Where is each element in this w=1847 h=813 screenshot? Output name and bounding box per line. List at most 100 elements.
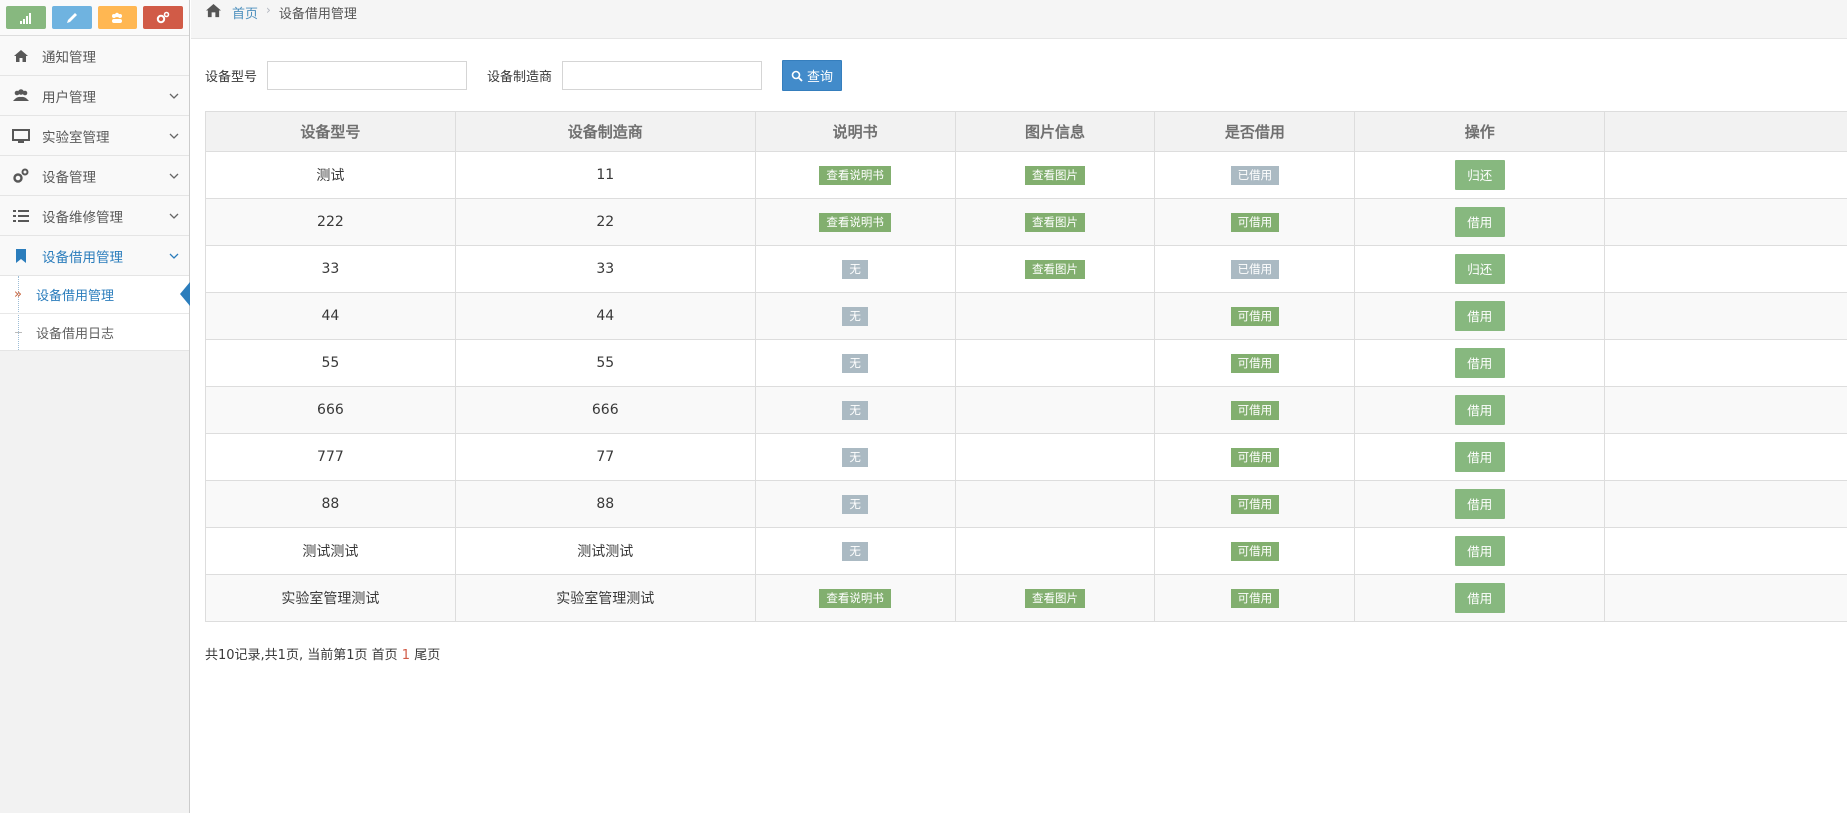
sidebar-item-lab[interactable]: 实验室管理 — [0, 116, 189, 156]
users-icon — [112, 12, 123, 23]
cell-model: 实验室管理测试 — [205, 574, 456, 622]
status-badge: 已借用 — [1230, 259, 1280, 279]
manual-badge[interactable]: 查看说明书 — [819, 212, 891, 232]
action-button[interactable]: 借用 — [1454, 301, 1505, 331]
action-button[interactable]: 借用 — [1454, 207, 1505, 237]
search-button[interactable]: 查询 — [782, 60, 843, 91]
cell-model: 222 — [205, 198, 456, 246]
page-number-link[interactable]: 1 — [402, 648, 410, 663]
manual-badge[interactable]: 查看说明书 — [819, 165, 891, 185]
manual-badge: 无 — [842, 494, 868, 514]
cell-extra — [1604, 245, 1847, 293]
cell-action: 借用 — [1354, 433, 1606, 481]
sidebar-item-label: 设备借用管理 — [42, 249, 123, 266]
action-button[interactable]: 借用 — [1454, 348, 1505, 378]
list-icon — [13, 209, 29, 222]
action-button[interactable]: 归还 — [1454, 160, 1505, 190]
manual-badge: 无 — [842, 400, 868, 420]
cell-extra — [1604, 433, 1847, 481]
cell-model: 测试测试 — [205, 527, 456, 575]
cell-maker: 55 — [454, 339, 756, 387]
submenu-item-borrow-manage[interactable]: » 设备借用管理 — [0, 276, 190, 313]
cell-maker: 44 — [454, 292, 756, 340]
sidebar-item-borrow[interactable]: 设备借用管理 — [0, 236, 189, 276]
cell-maker: 测试测试 — [454, 527, 756, 575]
cell-manual: 无 — [754, 339, 956, 387]
cell-status: 可借用 — [1154, 386, 1356, 434]
action-button[interactable]: 借用 — [1454, 442, 1505, 472]
action-button[interactable]: 借用 — [1454, 536, 1505, 566]
manual-badge: 无 — [842, 306, 868, 326]
search-button-label: 查询 — [807, 70, 834, 85]
dash-icon — [0, 331, 36, 333]
cell-extra — [1604, 339, 1847, 387]
action-button[interactable]: 归还 — [1454, 254, 1505, 284]
manual-badge: 无 — [842, 353, 868, 373]
cell-action: 借用 — [1354, 198, 1606, 246]
cell-extra — [1604, 574, 1847, 622]
view-image-badge[interactable]: 查看图片 — [1024, 165, 1085, 185]
cell-image: 查看图片 — [954, 574, 1156, 622]
shortcut-signal-button[interactable] — [6, 6, 46, 29]
cell-image — [954, 480, 1156, 528]
cell-action: 借用 — [1354, 386, 1606, 434]
cell-image — [954, 433, 1156, 481]
manual-badge: 无 — [842, 259, 868, 279]
breadcrumb-home-link[interactable]: 首页 — [232, 3, 258, 22]
cell-status: 可借用 — [1154, 480, 1356, 528]
cell-status: 可借用 — [1154, 574, 1356, 622]
table-header-row: 设备型号 设备制造商 说明书 图片信息 是否借用 操作 — [205, 111, 1847, 152]
cell-image — [954, 292, 1156, 340]
sidebar-item-notice[interactable]: 通知管理 — [0, 36, 189, 76]
sidebar-item-repair[interactable]: 设备维修管理 — [0, 196, 189, 236]
cell-model: 55 — [205, 339, 456, 387]
cell-status: 可借用 — [1154, 292, 1356, 340]
table-row: 33 33 无 查看图片 已借用 归还 — [205, 245, 1847, 293]
view-image-badge[interactable]: 查看图片 — [1024, 259, 1085, 279]
table-row: 222 22 查看说明书 查看图片 可借用 借用 — [205, 198, 1847, 246]
pencil-icon — [66, 12, 77, 23]
cell-maker: 666 — [454, 386, 756, 434]
cell-manual: 无 — [754, 386, 956, 434]
view-image-badge[interactable]: 查看图片 — [1024, 212, 1085, 232]
manual-badge: 无 — [842, 447, 868, 467]
cell-manual: 无 — [754, 433, 956, 481]
model-input[interactable] — [267, 61, 468, 90]
users-icon — [13, 88, 29, 101]
shortcut-cogs-button[interactable] — [143, 6, 183, 29]
table-row: 测试测试 测试测试 无 可借用 借用 — [205, 527, 1847, 575]
sidebar-item-users[interactable]: 用户管理 — [0, 76, 189, 116]
table-row: 666 666 无 可借用 借用 — [205, 386, 1847, 434]
chevron-down-icon — [169, 93, 179, 99]
sidebar-item-device[interactable]: 设备管理 — [0, 156, 189, 196]
cell-extra — [1604, 527, 1847, 575]
submenu-item-borrow-log[interactable]: 设备借用日志 — [0, 313, 189, 350]
action-button[interactable]: 借用 — [1454, 395, 1505, 425]
cell-action: 借用 — [1354, 339, 1606, 387]
table-row: 测试 11 查看说明书 查看图片 已借用 归还 — [205, 151, 1847, 199]
manual-badge[interactable]: 查看说明书 — [819, 588, 891, 608]
action-button[interactable]: 借用 — [1454, 583, 1505, 613]
sidebar-item-label: 实验室管理 — [42, 129, 110, 146]
action-button[interactable]: 借用 — [1454, 489, 1505, 519]
maker-input[interactable] — [562, 61, 763, 90]
cell-maker: 实验室管理测试 — [454, 574, 756, 622]
table-row: 88 88 无 可借用 借用 — [205, 480, 1847, 528]
cell-manual: 无 — [754, 245, 956, 293]
view-image-badge[interactable]: 查看图片 — [1024, 588, 1085, 608]
cell-extra — [1604, 386, 1847, 434]
sidebar-item-label: 设备维修管理 — [42, 209, 123, 226]
status-badge: 可借用 — [1230, 306, 1280, 326]
shortcut-users-button[interactable] — [97, 6, 138, 29]
pagination-summary: 共10记录,共1页, 当前第1页 首页 — [205, 648, 398, 663]
shortcut-pencil-button[interactable] — [51, 6, 92, 29]
last-page-link[interactable]: 尾页 — [414, 648, 440, 663]
column-header: 设备型号 — [205, 111, 456, 152]
breadcrumb-current: 设备借用管理 — [278, 7, 357, 22]
table-row: 实验室管理测试 实验室管理测试 查看说明书 查看图片 可借用 借用 — [205, 574, 1847, 622]
desktop-icon — [12, 128, 30, 143]
status-badge: 可借用 — [1230, 400, 1280, 420]
cell-model: 88 — [205, 480, 456, 528]
cell-action: 借用 — [1354, 527, 1606, 575]
cell-manual: 查看说明书 — [754, 198, 956, 246]
